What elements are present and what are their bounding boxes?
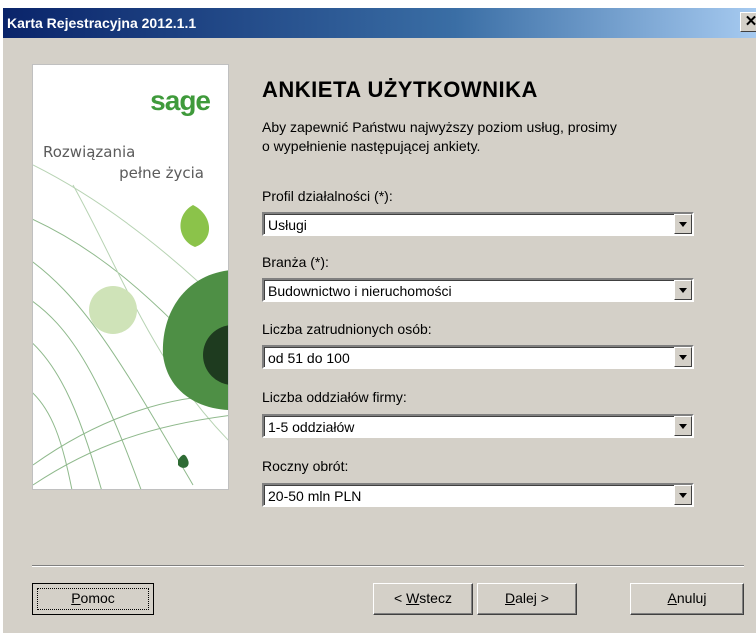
- annual-turnover-select[interactable]: 20-50 mln PLN: [262, 483, 694, 507]
- sage-logo: sage: [150, 85, 211, 116]
- industry-label: Branża (*):: [262, 254, 329, 270]
- back-button-label: < Wstecz: [394, 590, 452, 606]
- business-profile-value: Usługi: [268, 217, 307, 233]
- intro-line1: Aby zapewnić Państwu najwyższy poziom us…: [262, 119, 617, 135]
- side-banner: sage Rozwiązania pełne życia: [32, 64, 229, 490]
- chevron-down-icon[interactable]: [674, 485, 692, 505]
- intro-text: Aby zapewnić Państwu najwyższy poziom us…: [262, 118, 722, 156]
- help-button-label: Pomoc: [71, 590, 115, 606]
- title-bar[interactable]: Karta Rejestracyjna 2012.1.1 ✕: [3, 8, 756, 38]
- cancel-button-label: Anuluj: [667, 590, 707, 606]
- back-button[interactable]: < Wstecz: [373, 583, 473, 615]
- industry-select[interactable]: Budownictwo i nieruchomości: [262, 278, 694, 302]
- close-icon: ✕: [744, 13, 756, 30]
- business-profile-select[interactable]: Usługi: [262, 212, 694, 236]
- page-title: ANKIETA UŻYTKOWNIKA: [262, 77, 538, 102]
- tagline-line1: Rozwiązania: [43, 143, 136, 161]
- employees-label: Liczba zatrudnionych osób:: [262, 321, 432, 337]
- tagline-line2: pełne życia: [119, 164, 204, 182]
- chevron-down-icon[interactable]: [674, 347, 692, 367]
- intro-line2: o wypełnienie następującej ankiety.: [262, 138, 481, 154]
- branches-value: 1-5 oddziałów: [268, 419, 355, 435]
- window-title: Karta Rejestracyjna 2012.1.1: [7, 15, 197, 31]
- decorative-leaves-art: [33, 164, 228, 489]
- branches-label: Liczba oddziałów firmy:: [262, 389, 407, 405]
- help-button[interactable]: Pomoc: [32, 583, 154, 615]
- employees-select[interactable]: od 51 do 100: [262, 345, 694, 369]
- annual-turnover-label: Roczny obrót:: [262, 458, 349, 474]
- next-button[interactable]: Dalej >: [477, 583, 577, 615]
- chevron-down-icon[interactable]: [674, 280, 692, 300]
- branches-select[interactable]: 1-5 oddziałów: [262, 414, 694, 438]
- business-profile-label: Profil działalności (*):: [262, 188, 393, 204]
- footer-separator: [32, 565, 744, 567]
- chevron-down-icon[interactable]: [674, 214, 692, 234]
- employees-value: od 51 do 100: [268, 350, 350, 366]
- chevron-down-icon[interactable]: [674, 416, 692, 436]
- close-button[interactable]: ✕: [740, 12, 756, 32]
- annual-turnover-value: 20-50 mln PLN: [268, 488, 362, 504]
- next-button-label: Dalej >: [505, 590, 549, 606]
- industry-value: Budownictwo i nieruchomości: [268, 283, 452, 299]
- cancel-button[interactable]: Anuluj: [630, 583, 744, 615]
